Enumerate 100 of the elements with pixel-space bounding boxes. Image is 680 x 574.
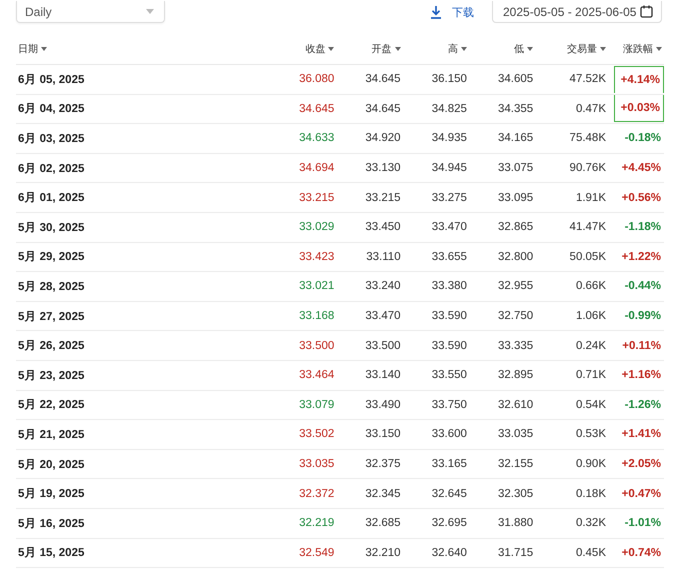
table-cell: 33.215 bbox=[365, 192, 401, 204]
table-cell: 0.90K bbox=[576, 458, 606, 470]
table-cell: 33.140 bbox=[365, 369, 401, 382]
change-cell-text: -1.01% bbox=[624, 516, 662, 532]
table-cell: 33.450 bbox=[365, 221, 401, 234]
date-cell: 6月 05, 2025 bbox=[18, 74, 84, 86]
table-cell: 32.800 bbox=[498, 250, 534, 263]
table-cell: 33.035 bbox=[299, 458, 334, 470]
sort-caret-icon[interactable] bbox=[656, 47, 662, 52]
date-cell: 5月 20, 2025 bbox=[18, 458, 84, 471]
column-header[interactable]: 涨跌幅 bbox=[623, 44, 653, 55]
table-cell: 36.080 bbox=[299, 73, 334, 86]
sort-caret-icon[interactable] bbox=[394, 47, 401, 52]
table-cell: 0.45K bbox=[576, 546, 606, 559]
table-cell: 33.240 bbox=[365, 280, 401, 292]
table-cell: 34.935 bbox=[432, 132, 467, 144]
change-cell-text: -0.99% bbox=[624, 309, 662, 324]
change-cell-text: +1.22% bbox=[620, 250, 662, 265]
date-cell: 5月 15, 2025 bbox=[18, 547, 84, 560]
download-button[interactable]: 下载 bbox=[428, 4, 476, 20]
table-cell: 1.06K bbox=[576, 310, 606, 322]
table-cell: 34.645 bbox=[365, 102, 401, 115]
change-cell: +4.14% bbox=[614, 66, 664, 93]
table-cell: 0.18K bbox=[576, 488, 606, 500]
date-cell: 5月 27, 2025 bbox=[18, 310, 84, 323]
change-cell-text: -0.44% bbox=[624, 279, 662, 294]
table-cell: 33.590 bbox=[432, 340, 467, 352]
table-cell: 33.168 bbox=[299, 310, 334, 322]
change-cell-text: +0.47% bbox=[620, 486, 662, 502]
interval-dropdown[interactable]: Daily bbox=[16, 1, 165, 23]
table-cell: 31.715 bbox=[498, 546, 534, 559]
table-cell: 33.275 bbox=[432, 192, 467, 204]
table-cell: 0.66K bbox=[576, 280, 606, 292]
change-cell-text: +0.11% bbox=[621, 338, 662, 354]
date-cell: 5月 28, 2025 bbox=[18, 280, 84, 293]
table-cell: 33.079 bbox=[299, 398, 334, 411]
table-cell: 34.645 bbox=[365, 73, 401, 86]
table-cell: 47.52K bbox=[570, 73, 606, 86]
sort-caret-icon[interactable] bbox=[600, 47, 606, 52]
table-cell: 33.500 bbox=[299, 340, 334, 352]
table-cell: 33.490 bbox=[365, 398, 401, 411]
calendar-icon bbox=[640, 5, 653, 18]
table-cell: 32.375 bbox=[365, 458, 401, 470]
table-cell: 33.021 bbox=[299, 280, 334, 292]
table-cell: 34.825 bbox=[432, 102, 467, 115]
table-cell: 33.423 bbox=[299, 250, 334, 263]
sort-caret-icon[interactable] bbox=[460, 47, 467, 52]
change-cell-text: +1.41% bbox=[620, 427, 662, 442]
change-cell-text: -1.18% bbox=[624, 220, 662, 236]
date-cell: 5月 21, 2025 bbox=[18, 428, 84, 441]
table-cell: 33.470 bbox=[365, 310, 401, 322]
table-cell: 50.05K bbox=[570, 250, 606, 263]
table-cell: 33.165 bbox=[432, 458, 467, 470]
table-cell: 33.600 bbox=[432, 428, 467, 440]
sort-caret-icon[interactable] bbox=[527, 47, 534, 52]
date-range-field[interactable]: 2025-05-05 - 2025-06-05 bbox=[492, 1, 662, 23]
sort-caret-icon[interactable] bbox=[41, 47, 47, 52]
date-cell: 5月 29, 2025 bbox=[18, 251, 84, 264]
table-cell: 32.210 bbox=[365, 546, 401, 559]
table-cell: 31.880 bbox=[498, 517, 534, 530]
table-cell: 32.155 bbox=[498, 458, 534, 470]
table-cell: 34.605 bbox=[498, 73, 534, 86]
column-header[interactable]: 日期 bbox=[18, 44, 38, 55]
table-cell: 34.165 bbox=[498, 132, 534, 144]
table-cell: 32.305 bbox=[498, 488, 534, 500]
table-cell: 33.095 bbox=[498, 192, 534, 204]
table-cell: 33.655 bbox=[432, 250, 467, 263]
table-cell: 32.219 bbox=[299, 517, 334, 530]
date-cell: 5月 26, 2025 bbox=[18, 340, 84, 352]
download-icon bbox=[430, 6, 442, 18]
table-cell: 0.53K bbox=[576, 428, 606, 440]
table-cell: 33.502 bbox=[299, 428, 334, 440]
column-header[interactable]: 交易量 bbox=[567, 44, 597, 55]
table-cell: 33.464 bbox=[299, 369, 334, 382]
table-cell: 36.150 bbox=[432, 73, 467, 86]
table-cell: 33.150 bbox=[365, 428, 401, 440]
table-cell: 33.215 bbox=[299, 192, 334, 204]
table-cell: 32.372 bbox=[299, 488, 334, 500]
change-cell-text: +4.45% bbox=[620, 161, 662, 176]
sort-caret-icon[interactable] bbox=[328, 47, 334, 52]
table-cell: 32.645 bbox=[432, 488, 467, 500]
table-cell: 34.694 bbox=[299, 162, 334, 174]
table-cell: 33.335 bbox=[498, 340, 534, 352]
change-cell: +0.03% bbox=[614, 95, 664, 122]
date-cell: 6月 03, 2025 bbox=[18, 132, 84, 145]
table-cell: 33.550 bbox=[432, 369, 467, 382]
table-cell: 34.355 bbox=[498, 102, 534, 115]
table-cell: 34.920 bbox=[365, 132, 401, 144]
column-header[interactable]: 低 bbox=[514, 44, 524, 55]
column-header[interactable]: 高 bbox=[448, 44, 458, 55]
table-cell: 90.76K bbox=[570, 162, 606, 174]
table-cell: 32.865 bbox=[498, 221, 534, 234]
table-cell: 0.47K bbox=[576, 102, 606, 115]
table-cell: 0.24K bbox=[576, 340, 606, 352]
table-cell: 32.955 bbox=[498, 280, 534, 292]
table-cell: 32.640 bbox=[432, 546, 467, 559]
table-cell: 34.633 bbox=[299, 132, 334, 144]
change-cell-text: +0.56% bbox=[620, 190, 662, 206]
column-header[interactable]: 开盘 bbox=[372, 44, 392, 55]
column-header[interactable]: 收盘 bbox=[305, 44, 326, 55]
